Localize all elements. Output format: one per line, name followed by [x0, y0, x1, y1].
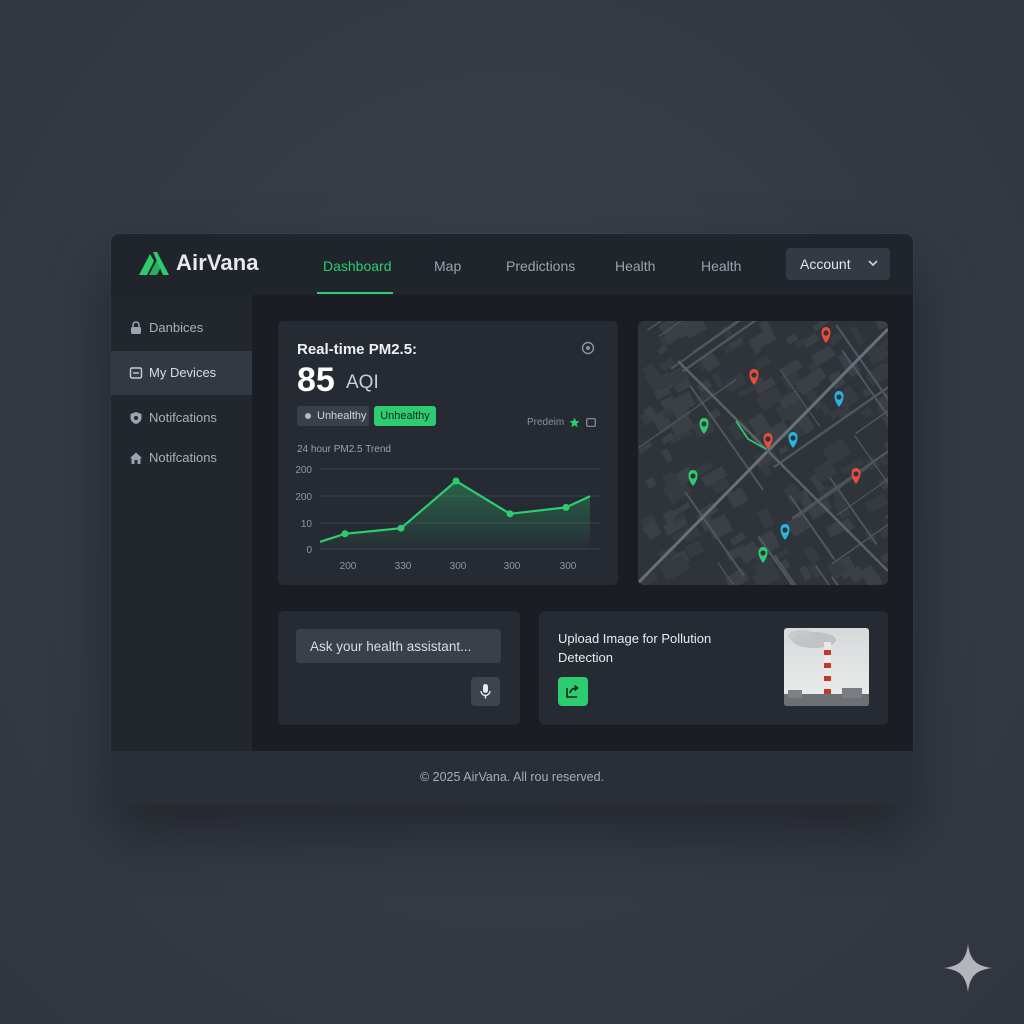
pollution-map[interactable] [638, 321, 888, 585]
health-assistant-card [278, 611, 520, 725]
footer: © 2025 AirVana. All rou reserved. [111, 751, 913, 804]
upload-card-title: Upload Image for Pollution Detection [558, 631, 712, 665]
status-badge-label: Unhealthy [317, 410, 367, 422]
nav-tab-dashboard[interactable]: Dashboard [323, 258, 392, 274]
active-tab-indicator [317, 292, 393, 294]
chart-data-point [341, 530, 349, 538]
sparkle-icon [944, 944, 992, 992]
main-content: Real-time PM2.5: 85 AQI Unhealthy Unheal… [252, 295, 913, 751]
y-tick-label: 10 [301, 519, 313, 530]
sidebar-item-label: My Devices [149, 365, 217, 380]
nav-tab-predictions[interactable]: Predictions [506, 258, 575, 274]
upload-image-card: Upload Image for Pollution Detection [539, 611, 888, 725]
sidebar: Danbices My Devices Notifcations Notifca… [111, 295, 252, 751]
sidebar-item-notifications[interactable]: Notifcations [111, 396, 252, 440]
airvana-logo-icon [139, 252, 169, 275]
sidebar-item-label: Notifcations [149, 410, 217, 425]
y-tick-label: 200 [295, 492, 312, 503]
predeim-label: Predeim [527, 417, 565, 428]
pm25-card: Real-time PM2.5: 85 AQI Unhealthy Unheal… [278, 321, 618, 585]
settings-circle-icon[interactable] [581, 341, 595, 355]
nav-tab-health[interactable]: Health [615, 258, 655, 274]
nav-tab-health-2[interactable]: Health [701, 258, 741, 274]
health-assistant-input[interactable] [296, 629, 501, 663]
chart-data-point [506, 510, 514, 518]
sidebar-item-my-devices[interactable]: My Devices [111, 351, 252, 395]
sidebar-item-label: Notifcations [149, 450, 217, 465]
sidebar-item-notifications-2[interactable]: Notifcations [111, 436, 252, 480]
chart-data-point [452, 477, 460, 485]
lock-icon [131, 321, 141, 334]
account-label: Account [800, 256, 851, 272]
pm25-title: Real-time PM2.5: [297, 341, 418, 358]
status-badge-unhealthy-green: Unhealthy [374, 406, 436, 426]
factory-smokestack-image [784, 628, 869, 706]
upload-icon [566, 684, 579, 698]
pm25-value: 85 [297, 361, 335, 399]
upload-button[interactable] [558, 677, 588, 706]
status-badge-unhealthy: Unhealthy [297, 406, 369, 426]
city-map-canvas[interactable] [638, 321, 888, 585]
app-window: AirVana Dashboard Map Predictions Health… [111, 234, 913, 804]
shield-icon [130, 412, 142, 424]
microphone-button[interactable] [471, 677, 500, 706]
chart-area-fill [320, 481, 590, 549]
y-tick-label: 0 [306, 545, 312, 556]
top-navigation-bar: AirVana Dashboard Map Predictions Health… [111, 234, 913, 296]
x-tick-label: 300 [504, 561, 521, 572]
nav-tab-map[interactable]: Map [434, 258, 461, 274]
copyright-text: © 2025 AirVana. All rou reserved. [419, 770, 605, 784]
status-dot [305, 413, 311, 419]
x-tick-label: 330 [395, 561, 412, 572]
star-icon[interactable] [569, 417, 580, 428]
expand-icon[interactable] [586, 418, 596, 427]
home-icon [130, 452, 142, 464]
x-tick-label: 300 [560, 561, 577, 572]
device-icon [129, 367, 143, 379]
x-tick-label: 200 [340, 561, 357, 572]
pm25-unit: AQI [346, 372, 379, 393]
trend-chart-title: 24 hour PM2.5 Trend [297, 444, 391, 455]
microphone-icon [480, 684, 491, 699]
sidebar-item-label: Danbices [149, 320, 204, 335]
pm25-trend-chart: 200 200 10 0 200 330 300 300 300 [295, 465, 600, 572]
chart-data-point [562, 503, 570, 511]
brand-name: AirVana [176, 250, 259, 275]
chevron-down-icon [868, 260, 878, 267]
chart-data-point [397, 524, 405, 532]
x-tick-label: 300 [450, 561, 467, 572]
y-tick-label: 200 [295, 465, 312, 476]
account-dropdown-button[interactable]: Account [786, 248, 890, 280]
sidebar-item-danbices[interactable]: Danbices [111, 306, 252, 350]
